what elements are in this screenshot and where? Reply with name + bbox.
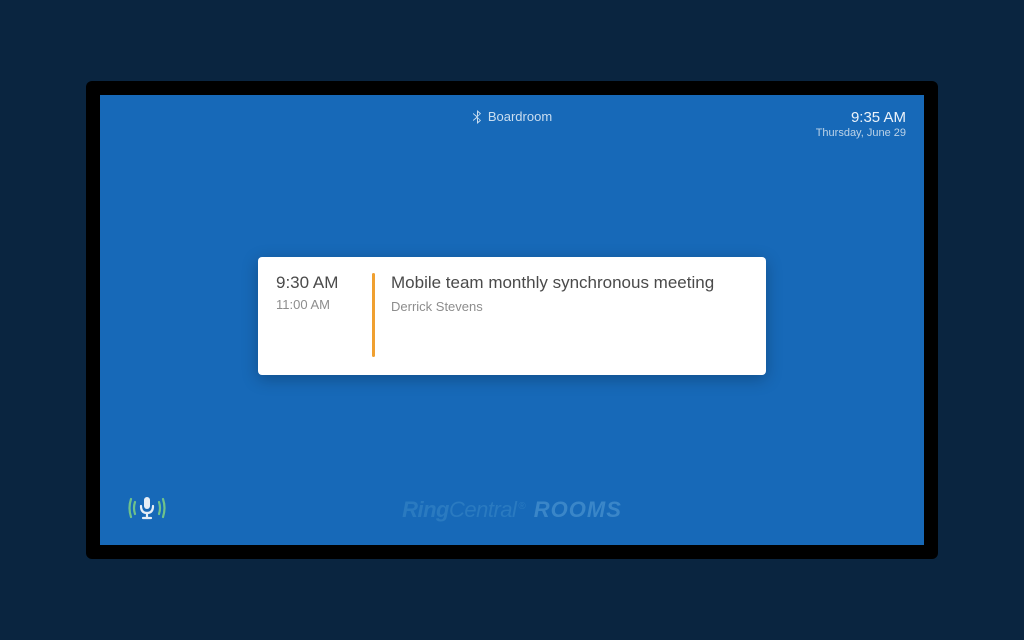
meeting-accent-bar [372,273,375,357]
brand-logo: RingCentral® ROOMS [402,497,622,523]
meeting-title: Mobile team monthly synchronous meeting [391,273,714,293]
meeting-end-time: 11:00 AM [276,297,372,312]
status-bar: Boardroom 9:35 AM Thursday, June 29 [100,109,924,124]
room-screen: Boardroom 9:35 AM Thursday, June 29 9:30… [100,95,924,545]
room-name: Boardroom [488,109,552,124]
brand-registered: ® [518,501,525,512]
bluetooth-icon [472,110,482,124]
current-time: 9:35 AM [816,109,906,126]
room-name-indicator: Boardroom [472,109,552,124]
meeting-details: Mobile team monthly synchronous meeting … [391,273,714,357]
microphone-button[interactable] [128,493,166,523]
meeting-organizer: Derrick Stevens [391,299,714,314]
device-frame: Boardroom 9:35 AM Thursday, June 29 9:30… [86,81,938,559]
meeting-times: 9:30 AM 11:00 AM [276,273,372,357]
clock-area: 9:35 AM Thursday, June 29 [816,109,906,139]
meeting-start-time: 9:30 AM [276,273,372,293]
current-date: Thursday, June 29 [816,127,906,139]
brand-ringcentral: RingCentral [402,497,516,523]
brand-rooms: ROOMS [534,497,622,523]
meeting-card[interactable]: 9:30 AM 11:00 AM Mobile team monthly syn… [258,257,766,375]
